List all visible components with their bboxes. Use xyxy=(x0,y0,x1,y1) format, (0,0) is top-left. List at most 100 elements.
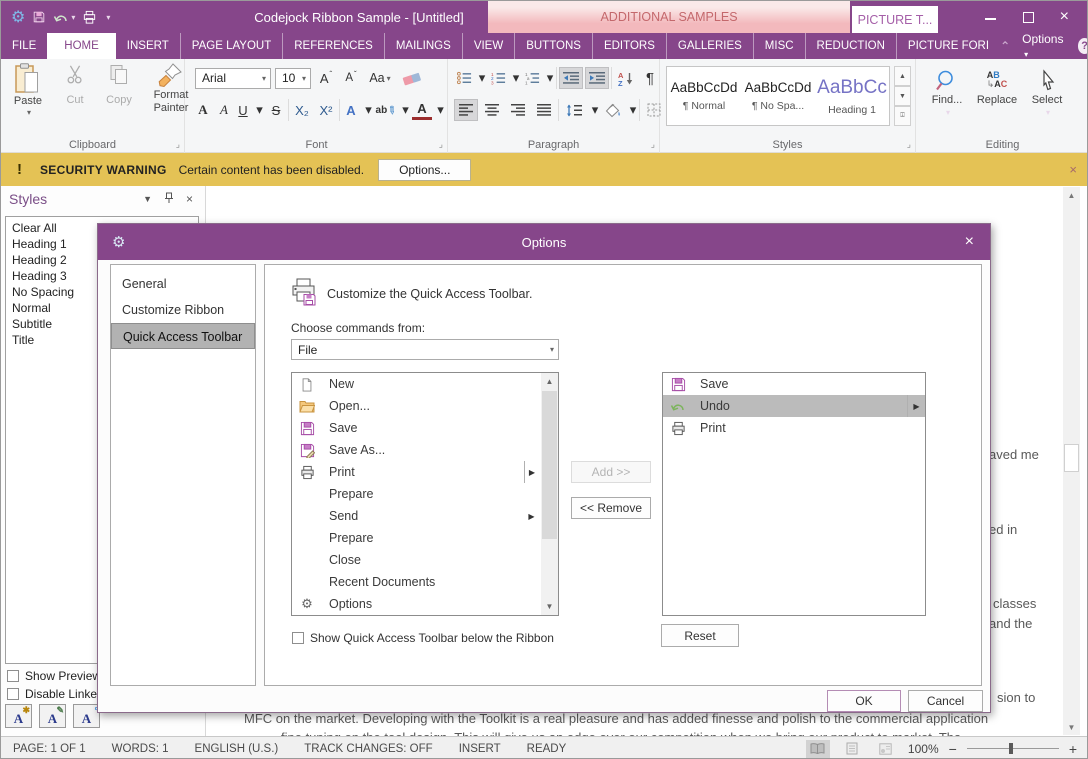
pane-dropdown-icon[interactable]: ▼ xyxy=(143,194,152,204)
minimize-ribbon-chevron-icon[interactable]: ⌃ xyxy=(1000,39,1010,53)
qat-undo-button[interactable]: ▾ xyxy=(53,11,75,24)
tab-view[interactable]: VIEW xyxy=(462,33,514,59)
command-prepare-2[interactable]: Prepare xyxy=(292,527,558,549)
sort-button[interactable]: AZ xyxy=(614,67,638,89)
numbering-dropdown-arrow[interactable]: ▾ xyxy=(512,67,520,89)
reset-button[interactable]: Reset xyxy=(661,624,739,647)
nav-item-quick-access-toolbar[interactable]: Quick Access Toolbar xyxy=(111,323,255,349)
style-inspector-button[interactable]: A✎ xyxy=(39,704,66,728)
styles-dialog-launcher-icon[interactable]: ⌟ xyxy=(907,139,911,150)
line-spacing-button[interactable] xyxy=(561,99,587,121)
add-button[interactable]: Add >> xyxy=(571,461,651,483)
help-icon[interactable]: ? xyxy=(1078,38,1088,54)
scrollbar-thumb[interactable] xyxy=(1064,444,1079,472)
style-no-spacing[interactable]: AaBbCcDd ¶ No Spa... xyxy=(741,67,815,125)
underline-button[interactable]: U xyxy=(235,99,251,121)
remove-button[interactable]: << Remove xyxy=(571,497,651,519)
warning-options-button[interactable]: Options... xyxy=(378,159,471,181)
change-case-button[interactable]: Aa▾ xyxy=(365,67,395,89)
list-scroll-up-icon[interactable]: ▲ xyxy=(541,373,558,390)
numbering-button[interactable]: 123 xyxy=(488,67,508,89)
cancel-button[interactable]: Cancel xyxy=(908,690,983,712)
align-center-button[interactable] xyxy=(480,99,504,121)
select-dropdown-arrow[interactable]: ▾ xyxy=(1046,108,1050,117)
tab-page-layout[interactable]: PAGE LAYOUT xyxy=(180,33,282,59)
show-hide-pilcrow-button[interactable]: ¶ xyxy=(640,67,660,89)
multilevel-list-button[interactable]: 1a1 xyxy=(522,67,542,89)
line-spacing-dropdown-arrow[interactable]: ▾ xyxy=(591,99,599,121)
command-close[interactable]: Close xyxy=(292,549,558,571)
shrink-font-button[interactable]: Aˇ xyxy=(341,67,361,89)
print-layout-view-icon[interactable] xyxy=(840,740,864,758)
show-preview-checkbox[interactable] xyxy=(7,670,19,682)
style-normal[interactable]: AaBbCcDd ¶ Normal xyxy=(667,67,741,125)
command-new[interactable]: New xyxy=(292,373,558,395)
grow-font-button[interactable]: Aˆ xyxy=(315,67,337,89)
undo-submenu-arrow[interactable]: ▶ xyxy=(907,395,925,417)
command-save-as[interactable]: Save As... xyxy=(292,439,558,461)
align-right-button[interactable] xyxy=(506,99,530,121)
shading-dropdown-arrow[interactable]: ▾ xyxy=(629,99,637,121)
nav-item-customize-ribbon[interactable]: Customize Ribbon xyxy=(111,297,255,323)
new-style-button[interactable]: A✱ xyxy=(5,704,32,728)
bullets-dropdown-arrow[interactable]: ▾ xyxy=(478,67,486,89)
command-save[interactable]: Save xyxy=(292,417,558,439)
font-color-button[interactable]: A xyxy=(412,101,432,120)
send-submenu-arrow[interactable]: ▶ xyxy=(524,505,539,527)
tab-reduction[interactable]: REDUCTION xyxy=(805,33,896,59)
tab-editors[interactable]: EDITORS xyxy=(592,33,666,59)
bullets-button[interactable] xyxy=(454,67,474,89)
nav-item-general[interactable]: General xyxy=(111,271,255,297)
clipboard-dialog-launcher-icon[interactable]: ⌟ xyxy=(176,139,180,150)
warning-close-icon[interactable]: × xyxy=(1069,162,1077,177)
command-prepare[interactable]: Prepare xyxy=(292,483,558,505)
ribbon-options-dropdown[interactable]: Options ▾ xyxy=(1022,32,1066,60)
font-name-combobox[interactable]: Arial▾ xyxy=(195,68,271,89)
gallery-scroll-down-icon[interactable]: ▼ xyxy=(894,86,911,106)
close-button[interactable]: × xyxy=(1060,11,1069,23)
zoom-slider[interactable] xyxy=(967,748,1059,749)
font-color-dropdown-arrow[interactable]: ▾ xyxy=(436,99,445,121)
contextual-tab-picture-tools[interactable]: PICTURE T... xyxy=(852,6,938,33)
highlight-button[interactable]: ab✎ xyxy=(375,99,397,121)
maximize-button[interactable] xyxy=(1023,12,1034,23)
align-left-button[interactable] xyxy=(454,99,478,121)
shading-button[interactable] xyxy=(601,99,625,121)
scroll-down-icon[interactable]: ▼ xyxy=(1063,719,1080,735)
copy-button[interactable]: Copy xyxy=(99,63,139,117)
disable-linked-checkbox[interactable] xyxy=(7,688,19,700)
superscript-button[interactable]: X² xyxy=(315,99,337,121)
show-qat-below-checkbox[interactable] xyxy=(292,632,304,644)
status-track-changes[interactable]: TRACK CHANGES: OFF xyxy=(304,743,432,755)
tab-picture-format[interactable]: PICTURE FORI xyxy=(896,33,1000,59)
subscript-button[interactable]: X₂ xyxy=(291,99,313,121)
status-words[interactable]: WORDS: 1 xyxy=(112,743,169,755)
find-button[interactable]: Find... ▾ xyxy=(922,63,972,117)
cut-button[interactable]: Cut xyxy=(57,63,93,117)
undo-dropdown-arrow[interactable]: ▾ xyxy=(71,13,75,22)
choose-commands-combobox[interactable]: File▾ xyxy=(291,339,559,360)
commands-list-scrollbar[interactable]: ▲ ▼ xyxy=(541,373,558,615)
justify-button[interactable] xyxy=(532,99,556,121)
select-button[interactable]: Select ▾ xyxy=(1022,63,1072,117)
zoom-level[interactable]: 100% xyxy=(908,742,939,756)
text-effects-button[interactable]: A xyxy=(342,99,360,121)
list-scrollbar-thumb[interactable] xyxy=(542,391,557,539)
status-page[interactable]: PAGE: 1 OF 1 xyxy=(13,743,86,755)
italic-button[interactable]: A xyxy=(215,99,233,121)
tab-mailings[interactable]: MAILINGS xyxy=(384,33,462,59)
qat-item-print[interactable]: Print xyxy=(663,417,925,439)
tab-file[interactable]: FILE xyxy=(1,33,47,59)
pane-pin-icon[interactable] xyxy=(164,192,174,206)
tab-buttons[interactable]: BUTTONS xyxy=(514,33,592,59)
style-heading-1[interactable]: AaBbCc Heading 1 xyxy=(815,67,889,125)
multilevel-dropdown-arrow[interactable]: ▾ xyxy=(546,67,554,89)
manage-styles-button[interactable]: Aº xyxy=(73,704,100,728)
app-icon[interactable]: ⚙ xyxy=(11,7,25,27)
font-dialog-launcher-icon[interactable]: ⌟ xyxy=(439,139,443,150)
qat-item-save[interactable]: Save xyxy=(663,373,925,395)
zoom-in-icon[interactable]: + xyxy=(1069,741,1077,757)
strikethrough-button[interactable]: S xyxy=(266,99,286,121)
pane-close-icon[interactable]: × xyxy=(186,192,193,206)
find-dropdown-arrow[interactable]: ▾ xyxy=(946,108,950,117)
